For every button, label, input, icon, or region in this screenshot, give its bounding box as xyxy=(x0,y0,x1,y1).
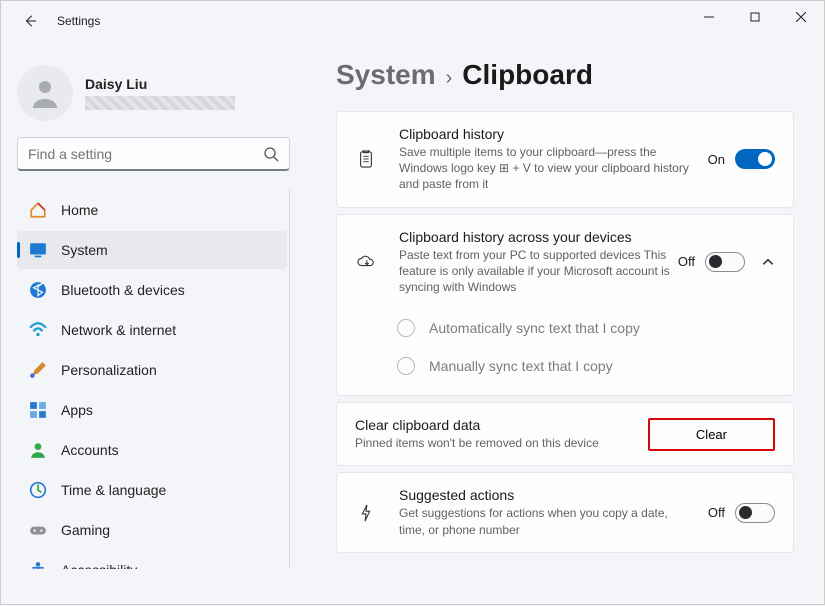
sidebar-item-home[interactable]: Home xyxy=(17,191,287,229)
row-desc: Pinned items won't be removed on this de… xyxy=(355,435,648,451)
main-content: System › Clipboard Clipboard history Sav… xyxy=(306,41,824,606)
apps-icon xyxy=(29,401,47,419)
accounts-icon xyxy=(29,441,47,459)
sync-option-manual[interactable]: Manually sync text that I copy xyxy=(337,347,793,395)
row-title: Clear clipboard data xyxy=(355,417,648,433)
card-clipboard-history: Clipboard history Save multiple items to… xyxy=(336,111,794,208)
sidebar-item-label: Accounts xyxy=(61,442,119,458)
sidebar-item-bluetooth[interactable]: Bluetooth & devices xyxy=(17,271,287,309)
row-title: Clipboard history xyxy=(399,126,708,142)
sidebar: Daisy Liu Home System Bluetooth & device… xyxy=(1,41,306,606)
gamepad-icon xyxy=(29,521,47,539)
row-desc: Paste text from your PC to supported dev… xyxy=(399,247,678,296)
clipboard-history-row[interactable]: Clipboard history Save multiple items to… xyxy=(337,112,793,207)
search-box[interactable] xyxy=(17,137,290,171)
wifi-icon xyxy=(29,321,47,339)
row-title: Clipboard history across your devices xyxy=(399,229,678,245)
toggle-state: Off xyxy=(678,254,695,269)
row-title: Suggested actions xyxy=(399,487,708,503)
sidebar-item-label: Gaming xyxy=(61,522,110,538)
across-devices-row[interactable]: Clipboard history across your devices Pa… xyxy=(337,215,793,310)
clear-button[interactable]: Clear xyxy=(648,418,775,451)
accessibility-icon xyxy=(29,561,47,569)
suggested-actions-toggle[interactable] xyxy=(735,503,775,523)
bluetooth-icon xyxy=(29,281,47,299)
home-icon xyxy=(29,201,47,219)
profile-email-redacted xyxy=(85,96,235,110)
clipboard-history-toggle[interactable] xyxy=(735,149,775,169)
toggle-state: Off xyxy=(708,505,725,520)
sidebar-item-personalization[interactable]: Personalization xyxy=(17,351,287,389)
sidebar-item-accessibility[interactable]: Accessibility xyxy=(17,551,287,569)
minimize-button[interactable] xyxy=(686,1,732,33)
chevron-right-icon: › xyxy=(446,67,453,90)
clear-data-row: Clear clipboard data Pinned items won't … xyxy=(337,403,793,465)
sidebar-item-time[interactable]: Time & language xyxy=(17,471,287,509)
breadcrumb-current: Clipboard xyxy=(462,59,593,91)
back-icon[interactable] xyxy=(23,14,37,28)
avatar xyxy=(17,65,73,121)
profile-name: Daisy Liu xyxy=(85,76,235,92)
search-input[interactable] xyxy=(28,146,263,162)
system-icon xyxy=(29,241,47,259)
cloud-sync-icon xyxy=(355,253,377,271)
card-clear-data: Clear clipboard data Pinned items won't … xyxy=(336,402,794,466)
breadcrumb: System › Clipboard xyxy=(336,59,794,91)
sidebar-item-label: Personalization xyxy=(61,362,157,378)
sidebar-item-system[interactable]: System xyxy=(17,231,287,269)
search-icon xyxy=(263,146,279,162)
window-title: Settings xyxy=(57,14,100,28)
sidebar-item-label: Apps xyxy=(61,402,93,418)
toggle-state: On xyxy=(708,152,725,167)
paintbrush-icon xyxy=(29,361,47,379)
clock-globe-icon xyxy=(29,481,47,499)
row-desc: Get suggestions for actions when you cop… xyxy=(399,505,689,537)
option-label: Automatically sync text that I copy xyxy=(429,320,640,336)
close-button[interactable] xyxy=(778,1,824,33)
sidebar-item-label: Home xyxy=(61,202,98,218)
row-desc: Save multiple items to your clipboard—pr… xyxy=(399,144,689,193)
sidebar-item-label: System xyxy=(61,242,108,258)
maximize-button[interactable] xyxy=(732,1,778,33)
card-across-devices: Clipboard history across your devices Pa… xyxy=(336,214,794,397)
chevron-up-icon[interactable] xyxy=(761,255,775,269)
profile[interactable]: Daisy Liu xyxy=(17,65,290,121)
titlebar: Settings xyxy=(1,1,824,41)
lightning-icon xyxy=(355,504,377,522)
window-controls xyxy=(686,1,824,33)
option-label: Manually sync text that I copy xyxy=(429,358,613,374)
clipboard-icon xyxy=(355,150,377,168)
sidebar-item-network[interactable]: Network & internet xyxy=(17,311,287,349)
card-suggested-actions: Suggested actions Get suggestions for ac… xyxy=(336,472,794,552)
across-devices-toggle[interactable] xyxy=(705,252,745,272)
sidebar-item-accounts[interactable]: Accounts xyxy=(17,431,287,469)
radio-icon[interactable] xyxy=(397,319,415,337)
sidebar-item-gaming[interactable]: Gaming xyxy=(17,511,287,549)
breadcrumb-parent[interactable]: System xyxy=(336,59,436,91)
sync-option-auto[interactable]: Automatically sync text that I copy xyxy=(337,309,793,347)
radio-icon[interactable] xyxy=(397,357,415,375)
sidebar-item-label: Bluetooth & devices xyxy=(61,282,185,298)
nav-list: Home System Bluetooth & devices Network … xyxy=(17,189,290,569)
sidebar-item-label: Accessibility xyxy=(61,562,137,569)
suggested-actions-row[interactable]: Suggested actions Get suggestions for ac… xyxy=(337,473,793,551)
sidebar-item-label: Time & language xyxy=(61,482,166,498)
sidebar-item-label: Network & internet xyxy=(61,322,176,338)
sidebar-item-apps[interactable]: Apps xyxy=(17,391,287,429)
